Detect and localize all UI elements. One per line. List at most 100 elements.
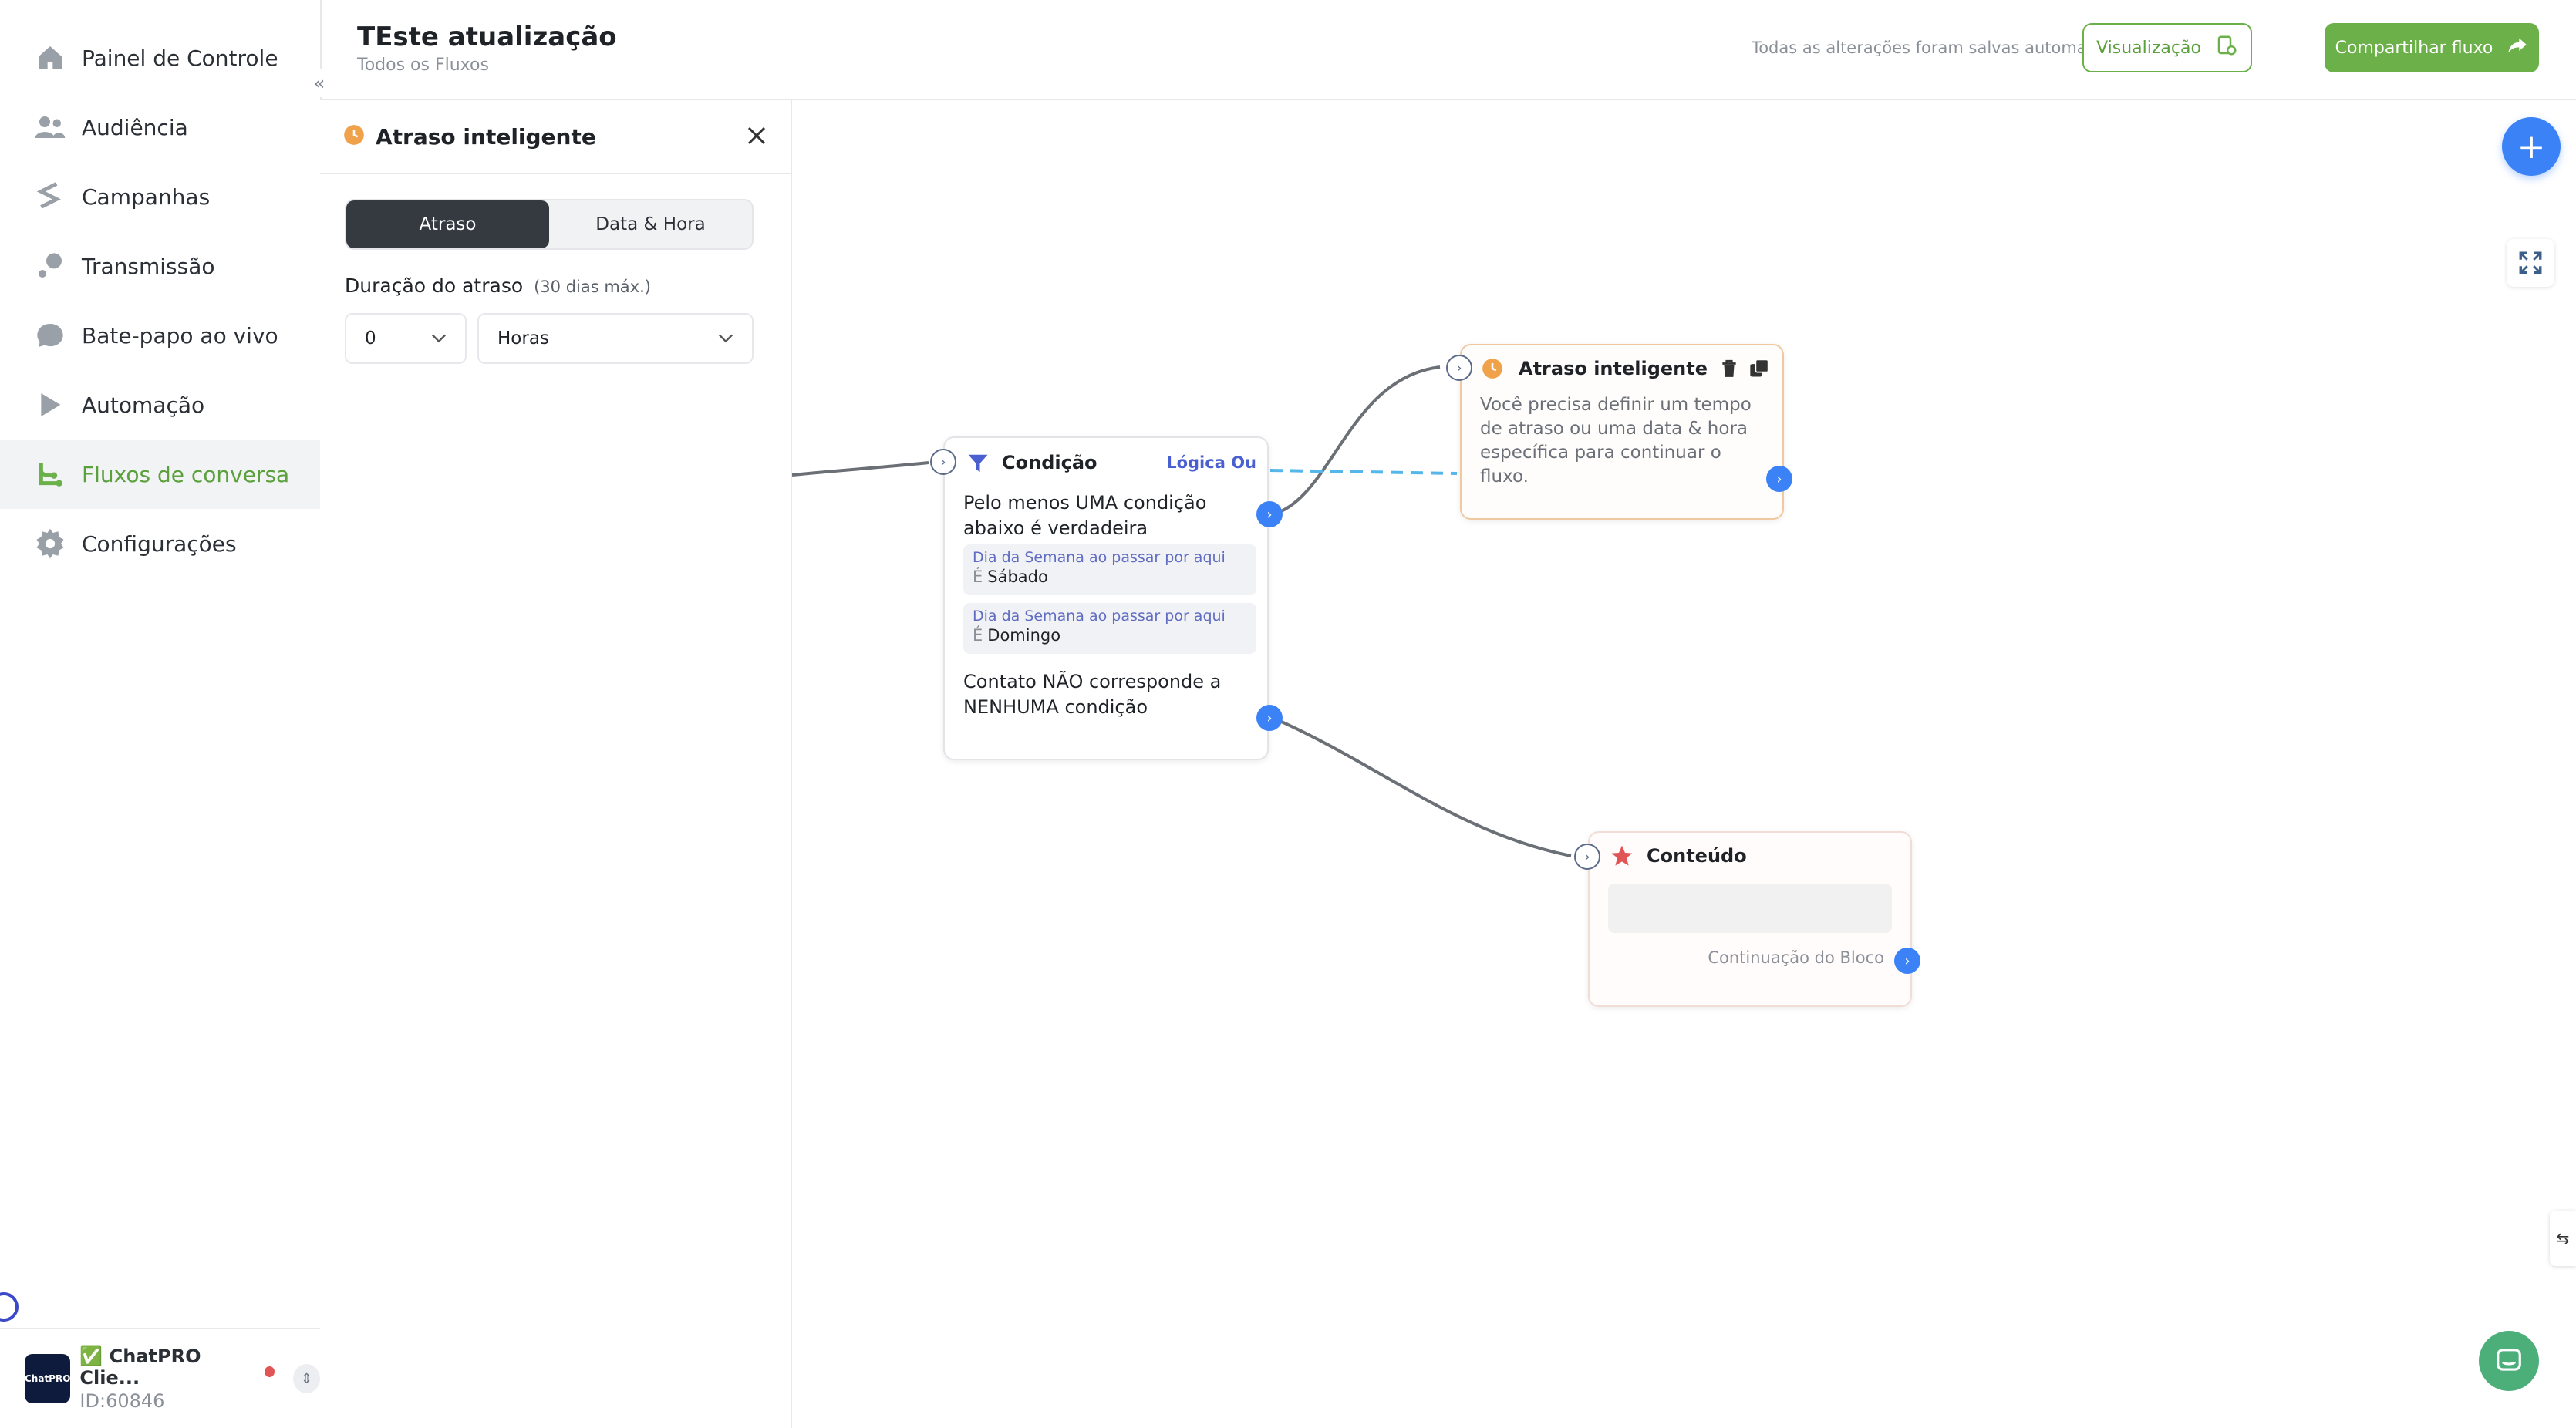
condition-chip-sunday[interactable]: Dia da Semana ao passar por aqui É Doming… <box>963 603 1256 654</box>
plus-icon: + <box>2517 126 2546 167</box>
clock-icon <box>1482 358 1503 382</box>
flow-canvas[interactable]: Condição Lógica Ou Pelo menos UMA condiç… <box>792 100 2576 1428</box>
close-panel-button[interactable] <box>741 120 772 151</box>
sidebar-item-label: Configurações <box>82 530 237 557</box>
chevron-down-icon <box>715 327 737 353</box>
smart-delay-panel: Atraso inteligente Atraso Data & Hora Du… <box>320 100 792 1428</box>
connection-wires <box>792 365 1572 857</box>
delay-output-port[interactable]: › <box>1766 466 1792 492</box>
duplicate-icon[interactable] <box>1748 358 1770 382</box>
sidebar: Painel de Controle Audiência Campanhas T… <box>0 0 333 1428</box>
content-node-title: Conteúdo <box>1647 845 1747 867</box>
sidebar-nav: Painel de Controle Audiência Campanhas T… <box>0 23 320 578</box>
sidebar-item-campaigns[interactable]: Campanhas <box>0 162 320 231</box>
trash-icon[interactable] <box>1719 358 1739 382</box>
sidebar-item-label: Campanhas <box>82 184 211 210</box>
sidebar-item-settings[interactable]: Configurações <box>0 509 320 578</box>
condition-true-output-port[interactable]: › <box>1256 501 1283 527</box>
block-continuation-label: Continuação do Bloco <box>1708 948 1884 967</box>
smart-delay-node[interactable]: Atraso inteligente Você precisa definir … <box>1460 344 1784 520</box>
star-icon <box>1610 844 1634 871</box>
chat-icon <box>2497 1349 2521 1371</box>
duration-label: Duração do atraso (30 dias máx.) <box>345 274 651 297</box>
condition-input-port[interactable]: › <box>930 449 956 475</box>
preview-button[interactable]: Visualização <box>2082 23 2252 72</box>
account-info: ✅ ChatPRO Clie... ID:60846 <box>79 1345 252 1412</box>
condition-true-text: Pelo menos UMA condição abaixo é verdade… <box>963 492 1207 539</box>
condition-chip-saturday[interactable]: Dia da Semana ao passar por aqui É Sábado <box>963 544 1256 595</box>
close-icon <box>747 126 766 145</box>
clock-icon <box>343 124 365 149</box>
add-block-button[interactable]: + <box>2502 117 2561 176</box>
sidebar-item-audience[interactable]: Audiência <box>0 93 320 162</box>
sidebar-item-label: Painel de Controle <box>82 45 278 71</box>
campaign-icon <box>32 179 68 214</box>
broadcast-icon <box>32 248 68 284</box>
side-panel-toggle[interactable]: ⇆ <box>2550 1211 2576 1266</box>
delay-amount-select[interactable]: 0 <box>345 313 467 364</box>
status-dot-icon <box>265 1366 275 1377</box>
sidebar-item-automation[interactable]: Automação <box>0 370 320 440</box>
preview-icon <box>2215 34 2238 62</box>
sidebar-item-label: Audiência <box>82 114 188 140</box>
home-icon <box>32 40 68 76</box>
sidebar-item-broadcast[interactable]: Transmissão <box>0 231 320 301</box>
arrows-icon: ⇆ <box>2556 1229 2570 1248</box>
updown-chevron-icon: ⇕ <box>300 1370 313 1387</box>
content-placeholder[interactable] <box>1608 884 1892 933</box>
delay-amount-value: 0 <box>365 328 376 349</box>
sidebar-item-label: Transmissão <box>82 253 215 279</box>
delay-unit-value: Horas <box>497 328 549 349</box>
wire-incoming <box>792 461 929 477</box>
duration-max-hint: (30 dias máx.) <box>534 278 651 296</box>
avatar: ChatPRO <box>25 1354 71 1403</box>
condition-false-text: Contato NÃO corresponde a NENHUMA condiç… <box>963 671 1222 718</box>
delay-unit-select[interactable]: Horas <box>477 313 754 364</box>
fullscreen-button[interactable] <box>2507 239 2554 287</box>
content-input-port[interactable]: › <box>1574 844 1600 870</box>
wire-condition-to-content <box>1270 716 1572 857</box>
chat-bubble-icon <box>32 318 68 353</box>
sidebar-item-dashboard[interactable]: Painel de Controle <box>0 23 320 93</box>
sidebar-item-conversation-flows[interactable]: Fluxos de conversa <box>0 440 320 509</box>
delay-node-body: Você precisa definir um tempo de atraso … <box>1480 395 1752 487</box>
account-name: ✅ ChatPRO Clie... <box>79 1345 201 1389</box>
support-chat-button[interactable] <box>2479 1331 2539 1391</box>
account-id: ID:60846 <box>79 1390 165 1412</box>
share-button-label: Compartilhar fluxo <box>2335 38 2493 58</box>
page-title: TEste atualização <box>357 22 617 52</box>
tab-delay[interactable]: Atraso <box>346 200 549 248</box>
filter-icon <box>966 452 990 478</box>
share-arrow-icon <box>2507 35 2528 61</box>
sidebar-item-label: Fluxos de conversa <box>82 461 290 487</box>
chevron-down-icon <box>428 327 450 353</box>
account-switcher[interactable]: ChatPRO ✅ ChatPRO Clie... ID:60846 ⇕ <box>0 1328 320 1428</box>
sidebar-item-label: Automação <box>82 392 205 418</box>
flow-icon <box>32 456 68 492</box>
delay-mode-toggle: Atraso Data & Hora <box>345 199 754 250</box>
wire-dashed <box>1269 469 1458 475</box>
expand-icon <box>2519 251 2542 274</box>
content-output-port[interactable]: › <box>1894 948 1920 974</box>
panel-header: Atraso inteligente <box>320 100 791 174</box>
condition-node-title: Condição <box>1002 452 1097 473</box>
tab-date-time[interactable]: Data & Hora <box>549 200 752 248</box>
users-icon <box>32 109 68 145</box>
preview-button-label: Visualização <box>2096 38 2201 58</box>
content-node[interactable]: Conteúdo Continuação do Bloco <box>1588 831 1912 1007</box>
gear-icon <box>32 526 68 561</box>
condition-node[interactable]: Condição Lógica Ou Pelo menos UMA condiç… <box>943 436 1269 760</box>
account-switch-button[interactable]: ⇕ <box>293 1364 320 1393</box>
delay-node-title: Atraso inteligente <box>1519 358 1708 379</box>
panel-title: Atraso inteligente <box>376 123 596 150</box>
breadcrumb[interactable]: Todos os Fluxos <box>357 56 489 75</box>
delay-input-port[interactable]: › <box>1446 355 1472 381</box>
header: TEste atualização Todos os Fluxos Todas … <box>320 0 2576 100</box>
share-flow-button[interactable]: Compartilhar fluxo <box>2325 23 2539 72</box>
wire-condition-to-delay <box>1269 365 1441 517</box>
sidebar-item-label: Bate-papo ao vivo <box>82 322 278 349</box>
sidebar-item-live-chat[interactable]: Bate-papo ao vivo <box>0 301 320 370</box>
condition-false-output-port[interactable]: › <box>1256 705 1283 731</box>
play-icon <box>32 387 68 423</box>
logic-or-link[interactable]: Lógica Ou <box>1166 453 1256 472</box>
